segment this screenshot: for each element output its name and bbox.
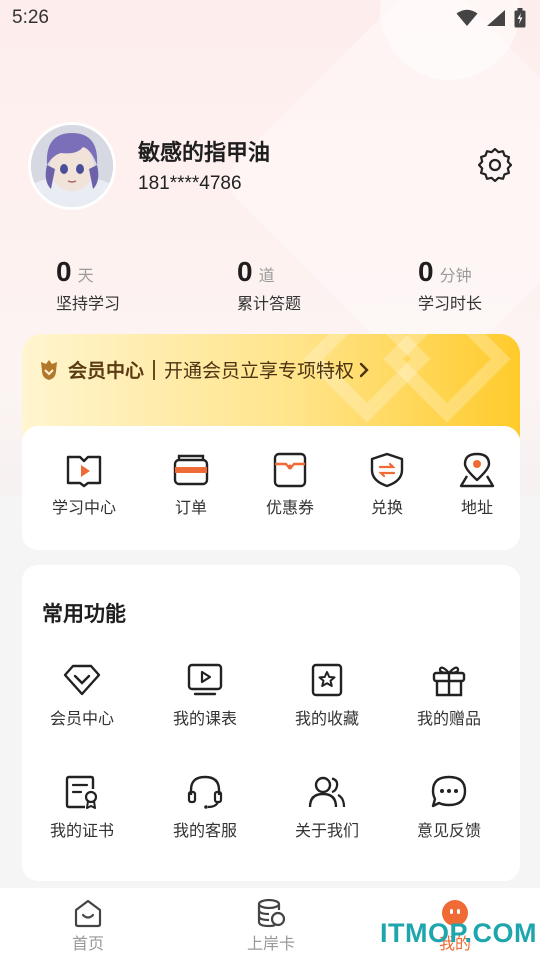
settings-gear-icon[interactable]	[478, 148, 512, 182]
status-icons	[456, 8, 526, 28]
func-label: 会员中心	[49, 709, 114, 728]
user-name: 敏感的指甲油	[138, 141, 271, 166]
status-bar: 5:26	[0, 0, 540, 36]
location-icon	[459, 452, 495, 488]
play-book-icon	[66, 455, 102, 488]
stat-value: 0	[237, 256, 253, 287]
func-label: 我的客服	[172, 821, 237, 840]
avatar-illustration	[31, 125, 113, 207]
stat-value: 0	[56, 256, 72, 287]
func-label: 我的课表	[172, 709, 237, 728]
vip-crown-icon	[41, 359, 57, 380]
vip-description: 开通会员立享专项特权	[164, 360, 355, 382]
tab-label: 上岸卡	[246, 934, 295, 953]
quick-address[interactable]: 地址	[432, 452, 522, 518]
func-my-favorites[interactable]: 我的收藏	[272, 663, 382, 729]
tab-home[interactable]: 首页	[33, 898, 143, 954]
quick-actions-card: 学习中心 订单 优惠券 兑换 地址	[22, 426, 520, 550]
user-phone: 181****4786	[138, 173, 242, 194]
gift-icon	[432, 666, 466, 697]
func-about-us[interactable]: 关于我们	[272, 775, 382, 841]
quick-label: 学习中心	[51, 498, 116, 517]
status-time: 5:26	[12, 7, 49, 28]
stat-study-time: 0 分钟 学习时长	[418, 256, 482, 314]
func-vip-center[interactable]: 会员中心	[27, 663, 137, 729]
stats-row: 0天 坚持学习 0道 累计答题 0 分钟 学习时长	[0, 256, 540, 316]
video-icon	[187, 663, 223, 696]
vip-decoration	[383, 334, 511, 423]
stat-unit: 分钟	[439, 266, 472, 285]
avatar[interactable]	[28, 122, 116, 210]
stat-answered: 0道 累计答题	[237, 256, 301, 314]
func-label: 我的证书	[49, 821, 114, 840]
cellular-signal-icon	[487, 10, 505, 26]
quick-orders[interactable]: 订单	[146, 452, 236, 518]
users-icon	[308, 776, 346, 808]
stat-unit: 道	[258, 266, 275, 285]
vip-divider	[153, 359, 156, 380]
quick-label: 地址	[460, 498, 493, 517]
star-bookmark-icon	[311, 663, 343, 697]
common-functions-card: 常用功能 会员中心 我的课表 我的收藏 我的赠品 我的证书 我的客服 关于我们 …	[22, 565, 520, 881]
func-label: 意见反馈	[416, 821, 481, 840]
vip-row: 会员中心 开通会员立享专项特权	[38, 356, 370, 383]
vip-title: 会员中心	[68, 360, 145, 382]
home-icon	[74, 899, 102, 928]
stat-unit: 天	[77, 266, 94, 285]
quick-exchange[interactable]: 兑换	[342, 452, 432, 518]
func-feedback[interactable]: 意见反馈	[394, 775, 504, 841]
stat-study-days: 0天 坚持学习	[56, 256, 120, 314]
quick-label: 兑换	[370, 498, 403, 517]
wifi-icon	[456, 9, 478, 26]
coin-stack-icon	[257, 898, 286, 928]
chevron-right-icon	[359, 362, 369, 377]
quick-coupons[interactable]: 优惠券	[245, 452, 335, 518]
func-label: 我的赠品	[416, 709, 481, 728]
stat-label: 坚持学习	[56, 294, 121, 313]
wallet-icon	[173, 454, 209, 486]
exchange-shield-icon	[370, 452, 404, 488]
headset-icon	[187, 775, 223, 809]
func-my-support[interactable]: 我的客服	[150, 775, 260, 841]
stat-value: 0	[418, 256, 434, 287]
func-label: 我的收藏	[294, 709, 359, 728]
diamond-icon	[63, 664, 101, 696]
tab-label: 首页	[71, 934, 104, 953]
quick-study-center[interactable]: 学习中心	[39, 452, 129, 518]
section-title: 常用功能	[42, 602, 126, 626]
stat-label: 学习时长	[418, 294, 483, 313]
stat-label: 累计答题	[237, 294, 302, 313]
watermark: ITMOP.COM	[380, 918, 538, 948]
func-label: 关于我们	[294, 821, 359, 840]
func-my-schedule[interactable]: 我的课表	[150, 663, 260, 729]
certificate-icon	[65, 775, 98, 809]
quick-label: 优惠券	[265, 498, 314, 517]
battery-icon	[514, 8, 526, 28]
quick-label: 订单	[174, 498, 207, 517]
chat-bubble-icon	[431, 775, 467, 808]
func-my-certificates[interactable]: 我的证书	[27, 775, 137, 841]
coupon-icon	[273, 452, 307, 488]
func-my-gifts[interactable]: 我的赠品	[394, 663, 504, 729]
tab-card[interactable]: 上岸卡	[216, 898, 326, 954]
